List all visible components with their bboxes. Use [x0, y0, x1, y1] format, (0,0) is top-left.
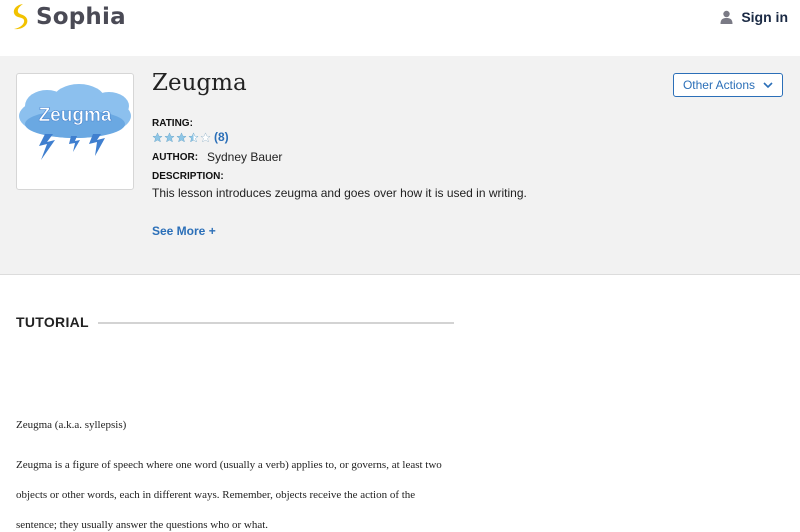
brand-name: Sophia [36, 4, 126, 30]
star-icon [176, 131, 187, 142]
tutorial-heading: TUTORIAL [16, 314, 89, 330]
other-actions-label: Other Actions [682, 78, 756, 92]
rating-count[interactable]: (8) [214, 130, 229, 144]
lesson-title: Zeugma [152, 70, 247, 96]
chevron-down-icon [763, 81, 773, 88]
see-more-link[interactable]: See More + [152, 224, 216, 238]
star-icon [164, 131, 175, 142]
description-label: DESCRIPTION: [152, 171, 224, 182]
lesson-header: Zeugma Zeugma RATING: (8) AUTHOR: Sydney… [0, 56, 800, 275]
tutorial-paragraph: Zeugma (a.k.a. syllepsis) [16, 419, 127, 431]
star-rating[interactable]: (8) [152, 130, 229, 144]
rating-label: RATING: [152, 118, 193, 129]
tutorial-paragraph: sentence; they usually answer the questi… [16, 519, 269, 531]
sign-in-button[interactable]: Sign in [720, 9, 788, 25]
user-icon [720, 10, 733, 24]
star-icon [152, 131, 163, 142]
other-actions-button[interactable]: Other Actions [673, 73, 783, 97]
top-bar: Sophia Sign in [0, 0, 800, 56]
author-name: Sydney Bauer [207, 150, 283, 164]
cloud-image: Zeugma [19, 84, 131, 160]
tutorial-paragraph: objects or other words, each in differen… [16, 489, 416, 501]
heading-divider [98, 322, 454, 324]
sign-in-label: Sign in [741, 9, 788, 25]
thumbnail-text: Zeugma [39, 105, 112, 126]
description-text: This lesson introduces zeugma and goes o… [152, 186, 527, 200]
lesson-thumbnail: Zeugma [16, 73, 134, 190]
empty-star-icon [200, 131, 211, 142]
tutorial-paragraph: Zeugma is a figure of speech where one w… [16, 459, 442, 471]
author-label: AUTHOR: [152, 152, 199, 163]
half-star-icon [188, 131, 199, 142]
sophia-logo[interactable]: Sophia [10, 3, 126, 31]
sophia-logo-icon [13, 4, 28, 30]
